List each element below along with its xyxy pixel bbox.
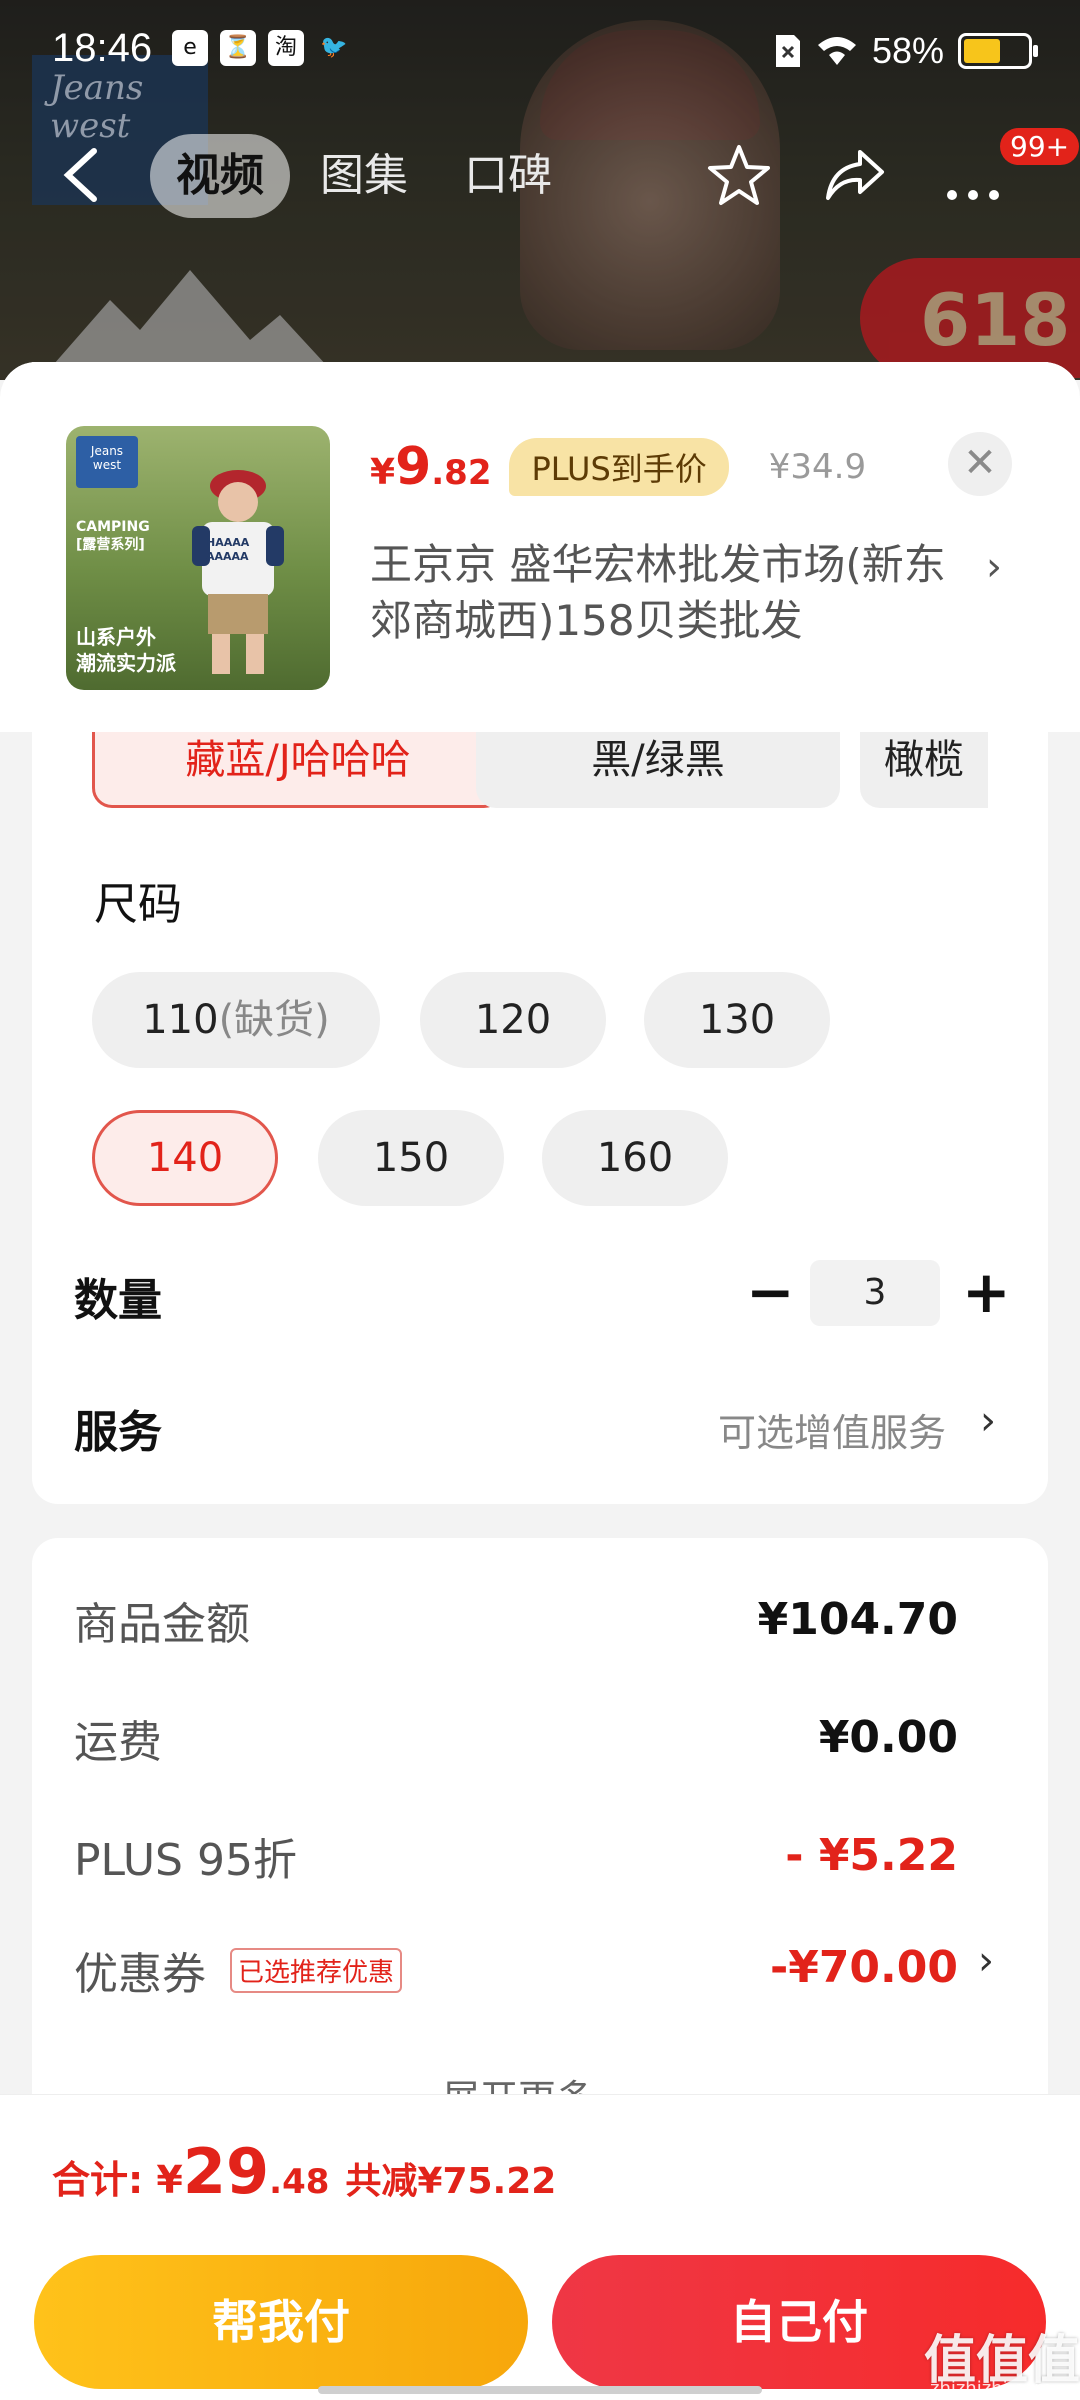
back-arrow-icon[interactable]	[56, 145, 106, 205]
quantity-decrease-button[interactable]: −	[746, 1262, 795, 1322]
status-bar: 18:46 e ⏳ 淘 🐦 58%	[0, 0, 1080, 100]
size-option-130[interactable]: 130	[644, 972, 830, 1068]
size-option-150[interactable]: 150	[318, 1110, 504, 1206]
plus-price: ¥9.82	[370, 437, 491, 497]
price-integer: 9	[395, 437, 432, 497]
thumb-brand-logo: Jeans west	[76, 436, 138, 488]
chevron-right-icon[interactable]: ›	[980, 1398, 996, 1444]
close-button[interactable]: ✕	[948, 432, 1012, 496]
taobao-app-icon: 淘	[268, 30, 304, 66]
price-currency: ¥	[370, 452, 396, 493]
thumb-shirt-print: HAAAA AAAAA	[206, 536, 250, 563]
top-nav: 视频 图集 口碑 99+	[0, 120, 1080, 230]
coupon-tag: 已选推荐优惠	[230, 1948, 403, 1993]
quantity-increase-button[interactable]: +	[962, 1262, 1011, 1322]
chevron-right-icon[interactable]: ›	[978, 1938, 994, 1984]
battery-percent: 58%	[871, 30, 944, 71]
product-thumbnail[interactable]: Jeans west CAMPING [露营系列] HAAAA AAAAA 山系…	[66, 426, 330, 690]
total-decimal: .48	[269, 2162, 330, 2202]
service-label: 服务	[74, 1407, 162, 1458]
summary-label: 商品金额	[74, 1599, 250, 1650]
status-time: 18:46	[52, 26, 153, 70]
helper-pay-button[interactable]: 帮我付	[34, 2255, 528, 2389]
more-icon[interactable]	[940, 142, 1006, 208]
checkout-bar: 合计: ¥29.48 共减¥75.22 帮我付 自己付	[0, 2094, 1080, 2400]
total-label: 合计: ¥	[52, 2158, 183, 2202]
coupon-label: 优惠券	[74, 1949, 206, 2000]
size-value: 110	[142, 997, 219, 1043]
chevron-right-icon[interactable]: ›	[986, 544, 1002, 590]
size-option-120[interactable]: 120	[420, 972, 606, 1068]
service-value[interactable]: 可选增值服务	[718, 1402, 946, 1457]
wifi-icon	[817, 37, 856, 65]
size-option-110[interactable]: 110(缺货)	[92, 972, 380, 1068]
tab-reviews[interactable]: 口碑	[438, 134, 578, 218]
status-right: 58%	[774, 30, 1038, 72]
size-stock-note: (缺货)	[218, 997, 330, 1043]
plus-discount-value: - ¥5.22	[785, 1830, 958, 1881]
quantity-input[interactable]: 3	[810, 1260, 940, 1326]
total-integer: 29	[182, 2135, 270, 2208]
plus-price-tag: PLUS到手价	[509, 438, 729, 496]
total-price: 合计: ¥29.48 共减¥75.22	[52, 2135, 556, 2208]
tab-gallery[interactable]: 图集	[294, 134, 434, 218]
order-summary-card: 商品金额 ¥104.70 运费 ¥0.00 PLUS 95折 - ¥5.22 优…	[32, 1538, 1048, 2138]
thumb-camping-label: CAMPING [露营系列]	[76, 519, 150, 553]
quantity-label: 数量	[74, 1275, 162, 1326]
product-header: Jeans west CAMPING [露营系列] HAAAA AAAAA 山系…	[0, 362, 1080, 732]
size-option-140-selected[interactable]: 140	[92, 1110, 278, 1206]
price-row: ¥9.82 PLUS到手价 ¥34.9	[370, 432, 866, 502]
bird-app-icon: 🐦	[320, 35, 348, 60]
tab-video[interactable]: 视频	[150, 134, 290, 218]
thumb-boy-figure	[192, 470, 284, 674]
sim-icon	[775, 35, 800, 67]
original-price: ¥34.9	[768, 447, 867, 487]
home-indicator[interactable]	[318, 2386, 762, 2394]
summary-label: PLUS 95折	[74, 1835, 297, 1886]
notification-badge: 99+	[1000, 128, 1080, 165]
summary-value: ¥0.00	[818, 1712, 958, 1763]
hourglass-app-icon: ⏳	[220, 30, 256, 66]
size-label: 尺码	[94, 879, 182, 930]
share-icon[interactable]	[822, 142, 888, 208]
size-option-160[interactable]: 160	[542, 1110, 728, 1206]
shop-address[interactable]: 王京京 盛华宏林批发市场(新东郊商城西)158贝类批发	[370, 537, 970, 649]
thumb-tagline: 山系户外 潮流实力派	[76, 625, 176, 675]
summary-label: 运费	[74, 1717, 162, 1768]
coupon-value[interactable]: -¥70.00	[770, 1942, 958, 1993]
notification-icons: e ⏳ 淘 🐦	[172, 30, 352, 66]
star-icon[interactable]	[706, 142, 772, 208]
price-decimal: .82	[431, 453, 492, 493]
browser-app-icon: e	[172, 30, 208, 66]
watermark-url: zhizhizhi.com	[930, 2378, 1052, 2399]
total-saved: 共减¥75.22	[345, 2161, 557, 2202]
battery-icon	[958, 33, 1038, 69]
summary-value: ¥104.70	[757, 1594, 958, 1645]
